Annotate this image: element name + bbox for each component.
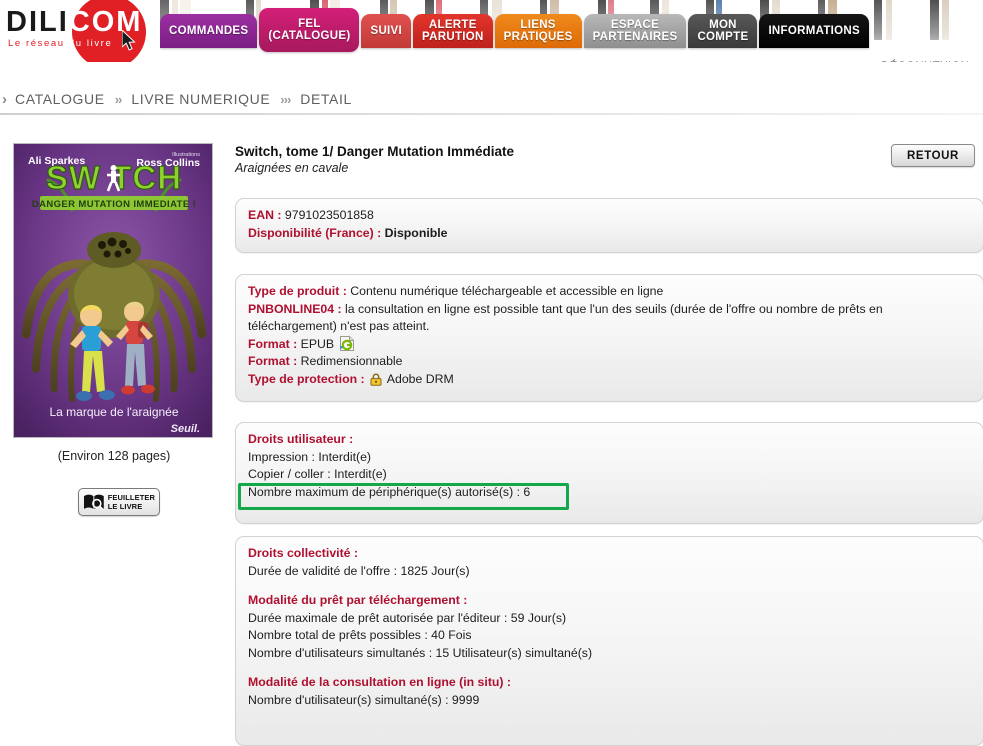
panel-user-rights: Droits utilisateur : Impression : Interd… (235, 422, 983, 524)
tagline-dark: Le réseau (8, 38, 65, 49)
page-main: SW TCH DANGER MUTATION IMMEDIATE ! Ali S… (0, 122, 983, 746)
logout-label: DÉCONNEXION (881, 61, 969, 62)
download-max-duration: Durée maximale de prêt autorisée par l'é… (248, 610, 567, 625)
account-area: ✖ DÉCONNEXION EMMANUEL TYRODE - ACCELYA … (690, 60, 969, 62)
ean-label: EAN : (248, 208, 282, 222)
user-rights-devices: Nombre maximum de périphérique(s) autori… (248, 484, 531, 499)
product-code-label: PNBONLINE04 : (248, 301, 342, 316)
dilicom-logo[interactable]: DILICOM Le réseau du livre (0, 0, 160, 62)
page-count-note: (Environ 128 pages) (57, 449, 171, 463)
protection-line: Type de protection : Adobe DRM (248, 371, 971, 389)
product-code-value: la consultation en ligne est possible ta… (248, 301, 883, 334)
logout-link[interactable]: ✖ DÉCONNEXION (690, 60, 969, 62)
collective-validity: Durée de validité de l'offre : 1825 Jour… (248, 563, 470, 578)
panel-collective-rights: Droits collectivité : Durée de validité … (235, 536, 983, 746)
protection-value: Adobe DRM (386, 371, 454, 386)
svg-text:DANGER MUTATION IMMEDIATE !: DANGER MUTATION IMMEDIATE ! (32, 199, 196, 210)
product-code-line: PNBONLINE04 : la consultation en ligne e… (248, 301, 971, 336)
product-type-value: Contenu numérique téléchargeable et acce… (350, 284, 664, 298)
book-cover-image: SW TCH DANGER MUTATION IMMEDIATE ! Ali S… (13, 143, 213, 438)
svg-text:Ali Sparkes: Ali Sparkes (28, 155, 85, 167)
preview-book-label: FEUILLETER LE LIVRE (107, 493, 155, 511)
page-subtitle: Araignées en cavale (235, 161, 349, 175)
format-epub-value: EPUB (300, 336, 335, 351)
nav-tab-informations[interactable]: INFORMATIONS (759, 14, 869, 48)
collective-rights-heading: Droits collectivité : (248, 546, 359, 560)
back-button[interactable]: RETOUR (891, 144, 975, 167)
breadcrumb-item-catalogue[interactable]: CATALOGUE (15, 91, 105, 107)
nav-tab-commandes[interactable]: COMMANDES (160, 14, 258, 48)
tagline-light: du livre (68, 38, 113, 49)
online-concurrent-users: Nombre d'utilisateur(s) simultané(s) : 9… (248, 692, 480, 707)
product-type-label: Type de produit : (248, 284, 347, 298)
panel-identity: EAN : 9791023501858 Disponibilité (Franc… (235, 198, 983, 253)
breadcrumb: › CATALOGUE ›› LIVRE NUMERIQUE ››› DETAI… (0, 86, 983, 112)
format-epub-label: Format : (248, 336, 298, 351)
protection-label: Type de protection : (248, 371, 365, 386)
availability-value: Disponible (384, 225, 448, 240)
primary-navigation[interactable]: COMMANDES FEL (CATALOGUE) SUIVI ALERTE PARU… (160, 8, 871, 62)
format-resizable-value: Redimensionnable (300, 354, 403, 368)
open-book-magnifier-icon (83, 494, 104, 511)
breadcrumb-item-detail: DETAIL (300, 91, 352, 107)
format-epub-line: Format : EPUB (248, 335, 971, 354)
nav-tab-espace-partenaires[interactable]: ESPACE PARTENAIRES (583, 14, 687, 48)
availability-line: Disponibilité (France) : Disponible (248, 225, 971, 243)
header-divider (0, 113, 983, 115)
preview-book-button[interactable]: FEUILLETER LE LIVRE (78, 488, 160, 516)
ean-line: EAN : 9791023501858 (248, 207, 971, 225)
product-type-line: Type de produit : Contenu numérique télé… (248, 283, 971, 301)
nav-tab-liens-pratiques[interactable]: LIENS PRATIQUES (494, 14, 582, 48)
online-modality-heading: Modalité de la consultation en ligne (in… (248, 675, 512, 689)
nav-tab-fel-catalogue[interactable]: FEL (CATALOGUE) (259, 8, 360, 52)
user-rights-copy: Copier / coller : Interdit(e) (248, 467, 387, 481)
page-title: Switch, tome 1/ Danger Mutation Immédiat… (235, 144, 515, 159)
breadcrumb-separator-2: ››› (280, 91, 291, 107)
availability-label: Disponibilité (France) : (248, 225, 382, 240)
breadcrumb-item-livre-numerique[interactable]: LIVRE NUMERIQUE (131, 91, 270, 107)
site-header: COMMANDES FEL (CATALOGUE) SUIVI ALERTE PARU… (0, 0, 983, 62)
nav-tab-mon-compte[interactable]: MON COMPTE (688, 14, 758, 48)
svg-text:Seuil.: Seuil. (171, 423, 200, 435)
nav-tab-alerte-parution[interactable]: ALERTE PARUTION (413, 14, 493, 48)
logo-tagline: Le réseau du livre (8, 38, 112, 49)
logo-word-dark: DILI (6, 6, 69, 38)
panel-product: Type de produit : Contenu numérique télé… (235, 274, 983, 402)
svg-text:La marque de l'araignée: La marque de l'araignée (49, 405, 178, 419)
format-resizable-line: Format : Redimensionnable (248, 353, 971, 371)
download-total-loans: Nombre total de prêts possibles : 40 Foi… (248, 628, 472, 642)
format-resizable-label: Format : (248, 354, 298, 368)
user-rights-heading: Droits utilisateur : (248, 432, 354, 446)
nav-tab-suivi[interactable]: SUIVI (361, 14, 412, 48)
padlock-icon (370, 373, 382, 386)
ean-value: 9791023501858 (284, 208, 374, 222)
logout-marker: ✖ (868, 61, 877, 62)
title-row: Switch, tome 1/ Danger Mutation Immédiat… (235, 144, 975, 175)
svg-text:Ross Collins: Ross Collins (136, 157, 200, 169)
user-rights-print: Impression : Interdit(e) (248, 449, 372, 464)
mouse-cursor-icon (122, 30, 136, 51)
breadcrumb-separator-1: ›› (114, 91, 123, 107)
download-modality-heading: Modalité du prêt par téléchargement : (248, 593, 468, 607)
epub-document-icon[interactable] (339, 335, 354, 351)
download-concurrent-users: Nombre d'utilisateurs simultanés : 15 Ut… (248, 645, 593, 660)
breadcrumb-lead-icon: › (2, 90, 7, 108)
